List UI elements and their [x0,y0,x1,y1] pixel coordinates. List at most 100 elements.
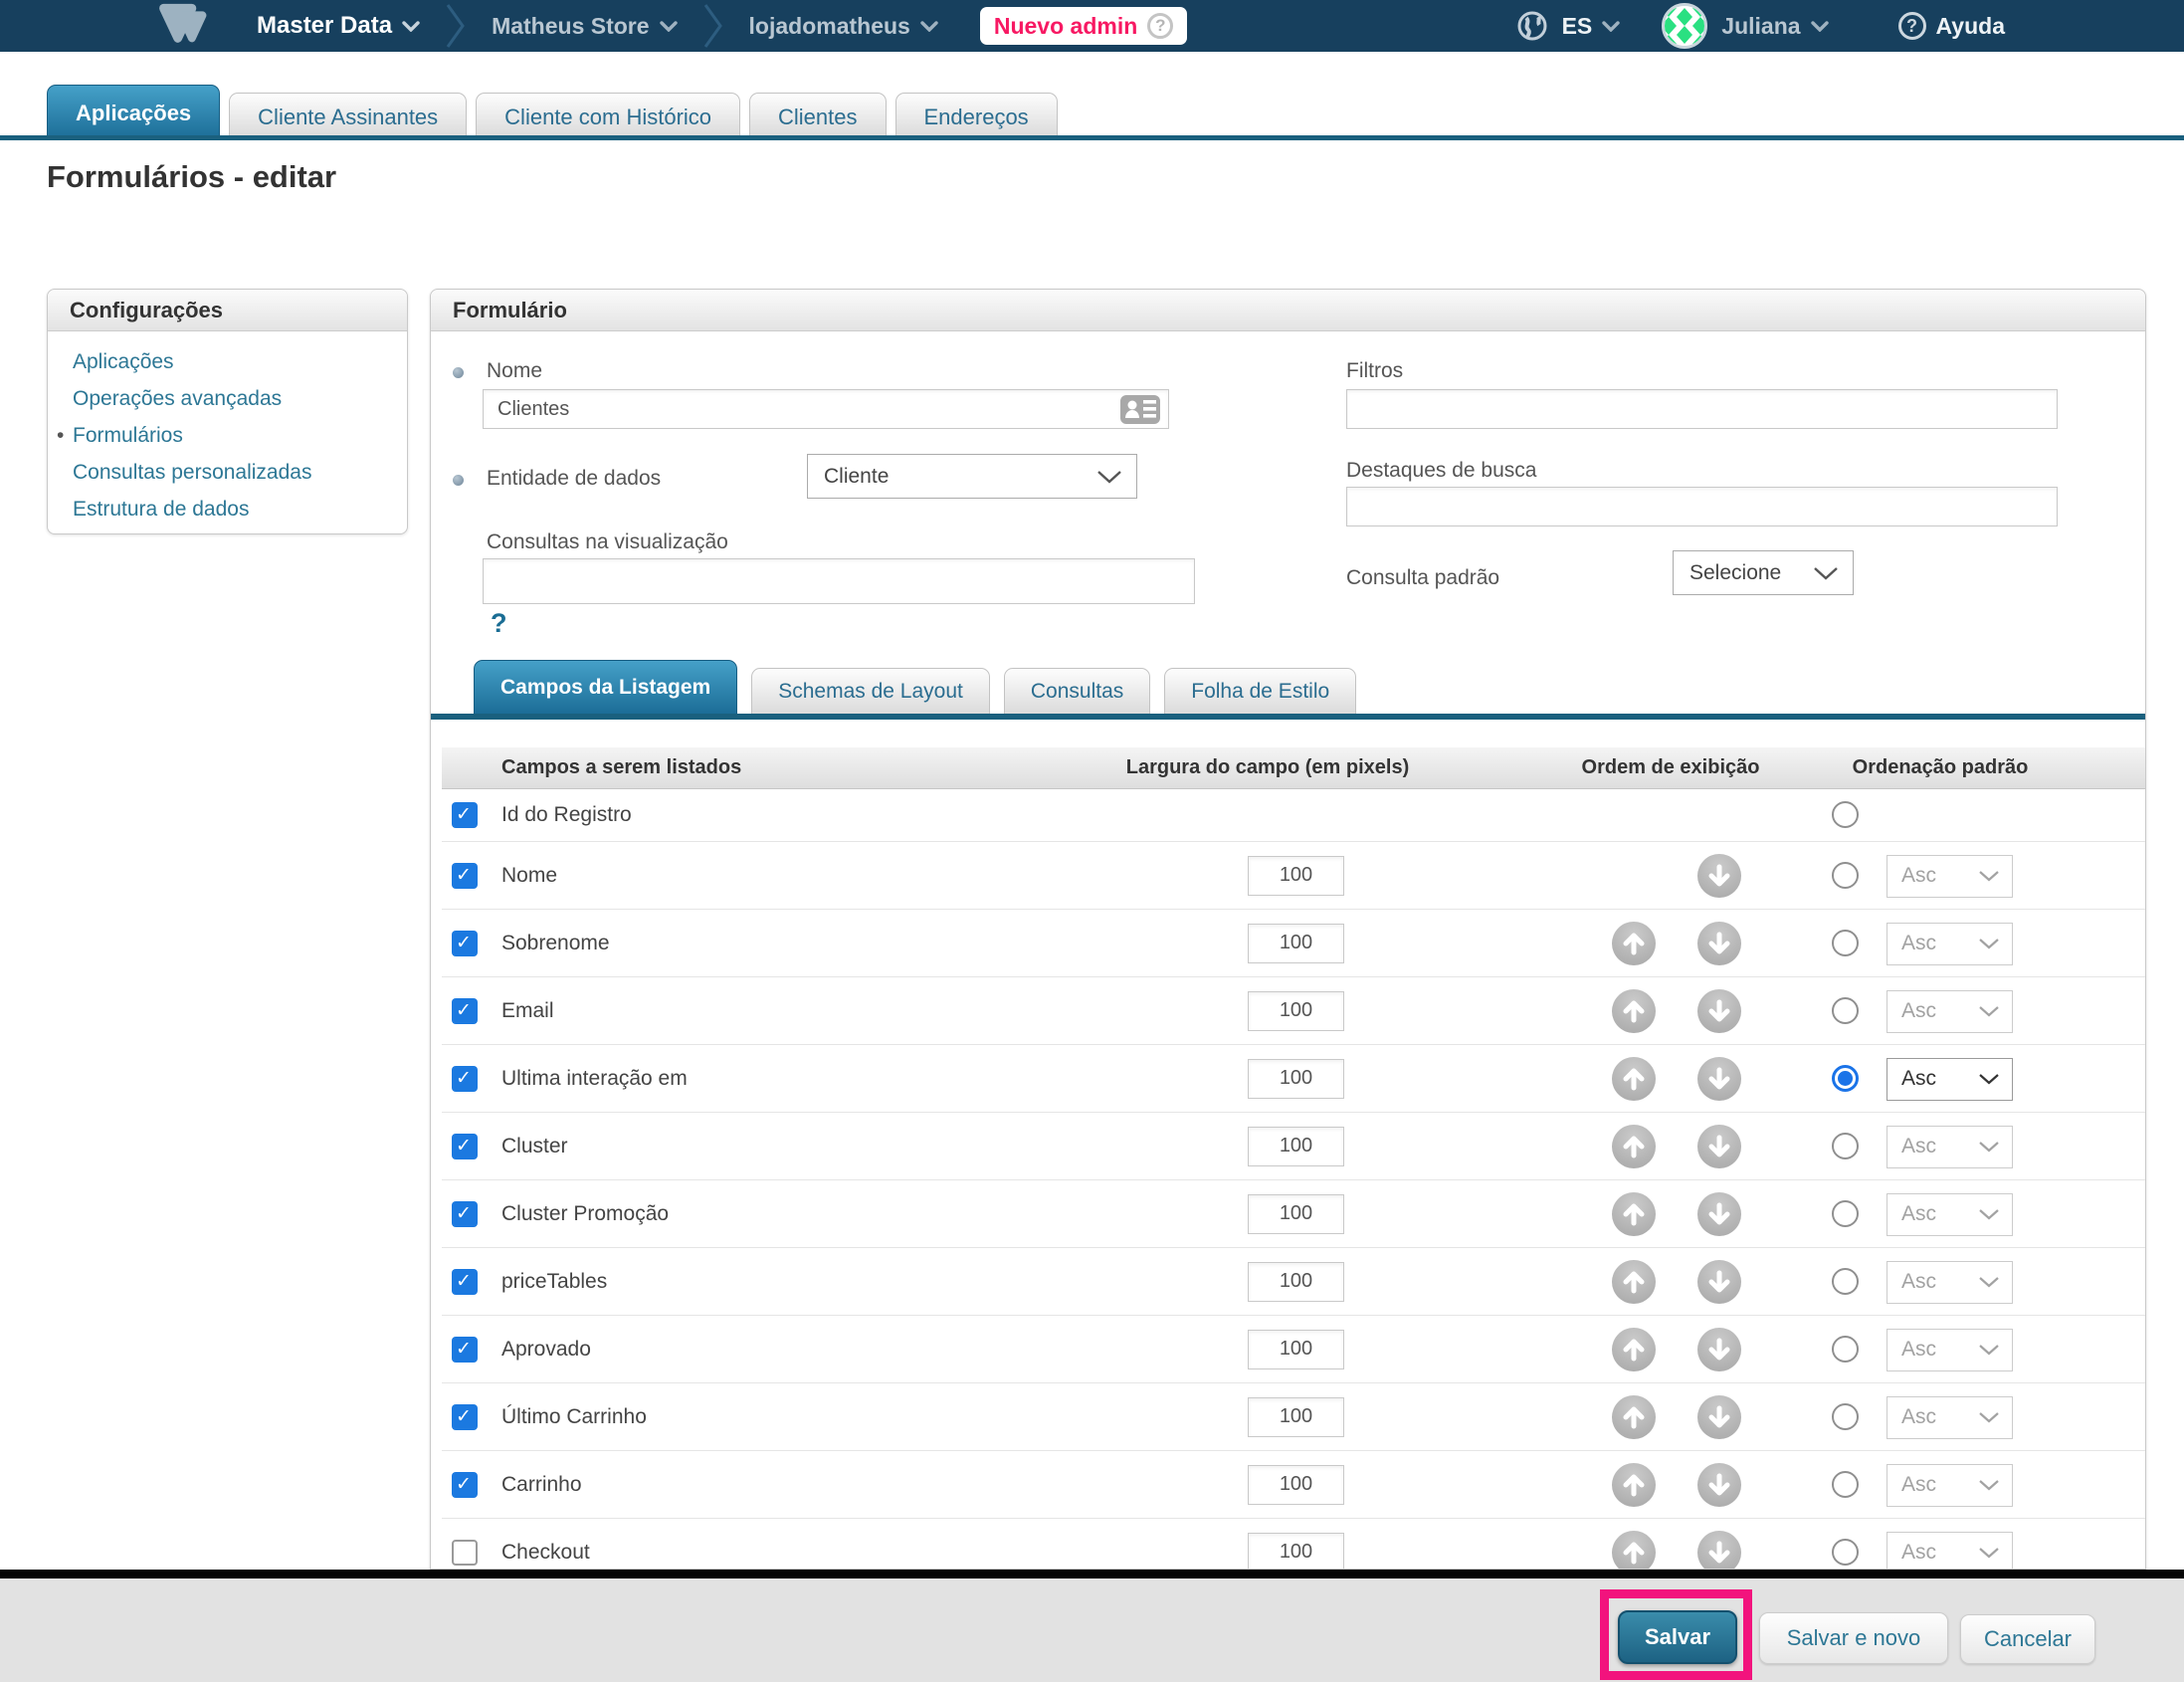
row-sort-select[interactable]: Asc [1886,1058,2013,1101]
filtros-input[interactable] [1346,389,2058,429]
row-checkbox[interactable] [452,931,478,956]
nav-masterdata-dropdown[interactable]: Master Data [257,12,420,40]
row-sort-select[interactable]: Asc [1886,923,2013,965]
move-down-button[interactable] [1697,1531,1741,1571]
new-admin-toggle[interactable]: Nuevo admin ? [980,7,1187,45]
row-width-input[interactable] [1248,1194,1344,1234]
consultas-input[interactable] [483,558,1195,604]
sidebar-item-estrutura-de-dados[interactable]: Estrutura de dados [73,491,407,527]
row-sort-select[interactable]: Asc [1886,855,2013,898]
row-width-input[interactable] [1248,924,1344,963]
move-up-button[interactable] [1612,1463,1656,1507]
tab-schemas-de-layout[interactable]: Schemas de Layout [751,668,990,716]
destaques-input[interactable] [1346,487,2058,526]
language-dropdown[interactable]: ES [1562,13,1621,40]
move-up-button[interactable] [1612,1260,1656,1304]
tab-enderecos[interactable]: Endereços [895,93,1058,140]
row-checkbox[interactable] [452,863,478,889]
save-button[interactable]: Salvar [1618,1610,1737,1664]
move-up-button[interactable] [1612,922,1656,965]
row-radio[interactable] [1832,1471,1859,1498]
move-up-button[interactable] [1612,1125,1656,1168]
row-width-input[interactable] [1248,1127,1344,1166]
tab-cliente-com-historico[interactable]: Cliente com Histórico [476,93,740,140]
row-radio[interactable] [1832,997,1859,1024]
row-width-input[interactable] [1248,1262,1344,1302]
row-sort-select[interactable]: Asc [1886,1126,2013,1168]
row-checkbox[interactable] [452,1404,478,1430]
row-radio[interactable] [1832,862,1859,889]
tab-cliente-assinantes[interactable]: Cliente Assinantes [229,93,467,140]
row-sort-select[interactable]: Asc [1886,1532,2013,1571]
move-up-button[interactable] [1612,1192,1656,1236]
row-radio[interactable] [1832,1065,1859,1092]
row-sort-select[interactable]: Asc [1886,1329,2013,1371]
move-up-button[interactable] [1612,1328,1656,1371]
sidebar-item-consultas-personalizadas[interactable]: Consultas personalizadas [73,454,407,491]
row-sort-select[interactable]: Asc [1886,1396,2013,1439]
row-checkbox[interactable] [452,1540,478,1566]
row-radio[interactable] [1832,1336,1859,1363]
move-up-button[interactable] [1612,989,1656,1033]
row-width-input[interactable] [1248,991,1344,1031]
user-dropdown[interactable]: Juliana [1721,13,1828,40]
consultas-help-icon[interactable]: ? [491,608,507,639]
move-up-button[interactable] [1612,1057,1656,1101]
tab-campos-da-listagem[interactable]: Campos da Listagem [474,660,737,716]
row-radio[interactable] [1832,1133,1859,1159]
move-up-button[interactable] [1612,1395,1656,1439]
row-sort-select[interactable]: Asc [1886,990,2013,1033]
row-checkbox[interactable] [452,1201,478,1227]
sidebar-item-aplicacoes[interactable]: Aplicações [73,343,407,380]
move-up-button[interactable] [1612,1531,1656,1571]
nav-account-dropdown[interactable]: lojadomatheus [749,13,938,40]
row-radio[interactable] [1832,1539,1859,1566]
row-checkbox[interactable] [452,1134,478,1159]
nome-input[interactable] [483,389,1169,429]
row-width-input[interactable] [1248,1533,1344,1571]
tab-consultas[interactable]: Consultas [1004,668,1150,716]
row-checkbox[interactable] [452,1269,478,1295]
move-down-button[interactable] [1697,1328,1741,1371]
row-radio[interactable] [1832,1268,1859,1295]
move-down-button[interactable] [1697,1057,1741,1101]
row-radio[interactable] [1832,930,1859,956]
sidebar-item-formularios[interactable]: •Formulários [73,417,407,454]
user-avatar[interactable] [1662,3,1707,49]
row-width-input[interactable] [1248,1397,1344,1437]
row-checkbox[interactable] [452,998,478,1024]
move-down-button[interactable] [1697,1260,1741,1304]
row-width-input[interactable] [1248,1330,1344,1369]
row-checkbox[interactable] [452,1472,478,1498]
move-down-button[interactable] [1697,1125,1741,1168]
sidebar-item-operacoes-avancadas[interactable]: Operações avançadas [73,380,407,417]
consulta-padrao-select[interactable]: Selecione [1673,550,1854,595]
row-checkbox[interactable] [452,1066,478,1092]
tab-clientes[interactable]: Clientes [749,93,886,140]
save-and-new-button[interactable]: Salvar e novo [1759,1612,1948,1664]
move-down-button[interactable] [1697,854,1741,898]
cancel-button[interactable]: Cancelar [1960,1614,2095,1664]
help-menu[interactable]: ? Ayuda [1898,12,2005,40]
row-sort-select[interactable]: Asc [1886,1464,2013,1507]
move-down-button[interactable] [1697,1395,1741,1439]
new-admin-help-icon[interactable]: ? [1147,13,1173,39]
entidade-select[interactable]: Cliente [807,454,1137,499]
row-radio[interactable] [1832,1200,1859,1227]
tab-folha-de-estilo[interactable]: Folha de Estilo [1164,668,1356,716]
row-width-input[interactable] [1248,1059,1344,1099]
move-down-button[interactable] [1697,1192,1741,1236]
move-down-button[interactable] [1697,922,1741,965]
row-sort-select[interactable]: Asc [1886,1193,2013,1236]
tab-aplicacoes[interactable]: Aplicações [47,85,220,140]
move-down-button[interactable] [1697,989,1741,1033]
vtex-logo-icon[interactable] [157,3,209,49]
row-checkbox[interactable] [452,802,478,828]
row-width-input[interactable] [1248,1465,1344,1505]
move-down-button[interactable] [1697,1463,1741,1507]
row-checkbox[interactable] [452,1337,478,1363]
row-sort-select[interactable]: Asc [1886,1261,2013,1304]
nav-store-dropdown[interactable]: Matheus Store [492,13,677,40]
row-radio[interactable] [1832,1403,1859,1430]
row-width-input[interactable] [1248,856,1344,896]
